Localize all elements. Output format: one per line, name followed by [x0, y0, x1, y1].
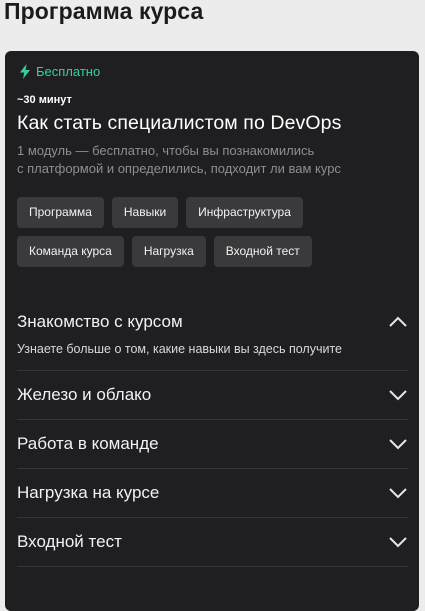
chevron-down-icon — [389, 390, 407, 401]
accordion-header-entry-test[interactable]: Входной тест — [17, 518, 408, 566]
chevron-down-icon — [389, 488, 407, 499]
accordion-item: Входной тест — [17, 518, 408, 567]
page-title: Программа курса — [4, 0, 204, 24]
chip-load[interactable]: Нагрузка — [131, 236, 206, 267]
chip-program[interactable]: Программа — [17, 197, 104, 228]
course-description: 1 модуль — бесплатно, чтобы вы познакоми… — [17, 142, 387, 178]
accordion-body: Узнаете больше о том, какие навыки вы зд… — [17, 342, 342, 356]
accordion-item: Нагрузка на курсе — [17, 469, 408, 518]
chip-skills[interactable]: Навыки — [111, 197, 179, 228]
accordion-title: Входной тест — [17, 532, 122, 551]
chevron-up-icon — [389, 316, 407, 327]
accordion-item: Знакомство с курсом Узнаете больше о том… — [17, 299, 408, 371]
accordion-title: Нагрузка на курсе — [17, 483, 160, 502]
accordion-header-hardware[interactable]: Железо и облако — [17, 371, 408, 419]
free-badge-label: Бесплатно — [36, 64, 101, 79]
chevron-down-icon — [389, 439, 407, 450]
lightning-icon — [19, 64, 31, 79]
accordion-title: Знакомство с курсом — [17, 312, 183, 331]
accordion-item: Работа в команде — [17, 420, 408, 469]
chip-team[interactable]: Команда курса — [17, 236, 124, 267]
section-chips: Программа Навыки Инфраструктура Команда … — [17, 197, 407, 267]
accordion-header-intro[interactable]: Знакомство с курсом — [17, 299, 408, 345]
accordion-title: Работа в команде — [17, 434, 159, 453]
accordion-item: Железо и облако — [17, 371, 408, 420]
course-description-line: с платформой и определились, подходит ли… — [17, 161, 341, 176]
free-badge: Бесплатно — [19, 64, 100, 79]
course-title: Как стать специалистом по DevOps — [17, 112, 342, 134]
chip-entry-test[interactable]: Входной тест — [213, 236, 312, 267]
accordion-title: Железо и облако — [17, 385, 152, 404]
course-duration: ~30 минут — [17, 94, 72, 106]
accordion-header-teamwork[interactable]: Работа в команде — [17, 420, 408, 468]
accordion-header-load[interactable]: Нагрузка на курсе — [17, 469, 408, 517]
course-modules-accordion: Знакомство с курсом Узнаете больше о том… — [17, 299, 408, 567]
course-description-line: 1 модуль — бесплатно, чтобы вы познакоми… — [17, 143, 315, 158]
chip-infrastructure[interactable]: Инфраструктура — [186, 197, 303, 228]
course-card: Бесплатно ~30 минут Как стать специалист… — [5, 51, 419, 611]
chevron-down-icon — [389, 537, 407, 548]
